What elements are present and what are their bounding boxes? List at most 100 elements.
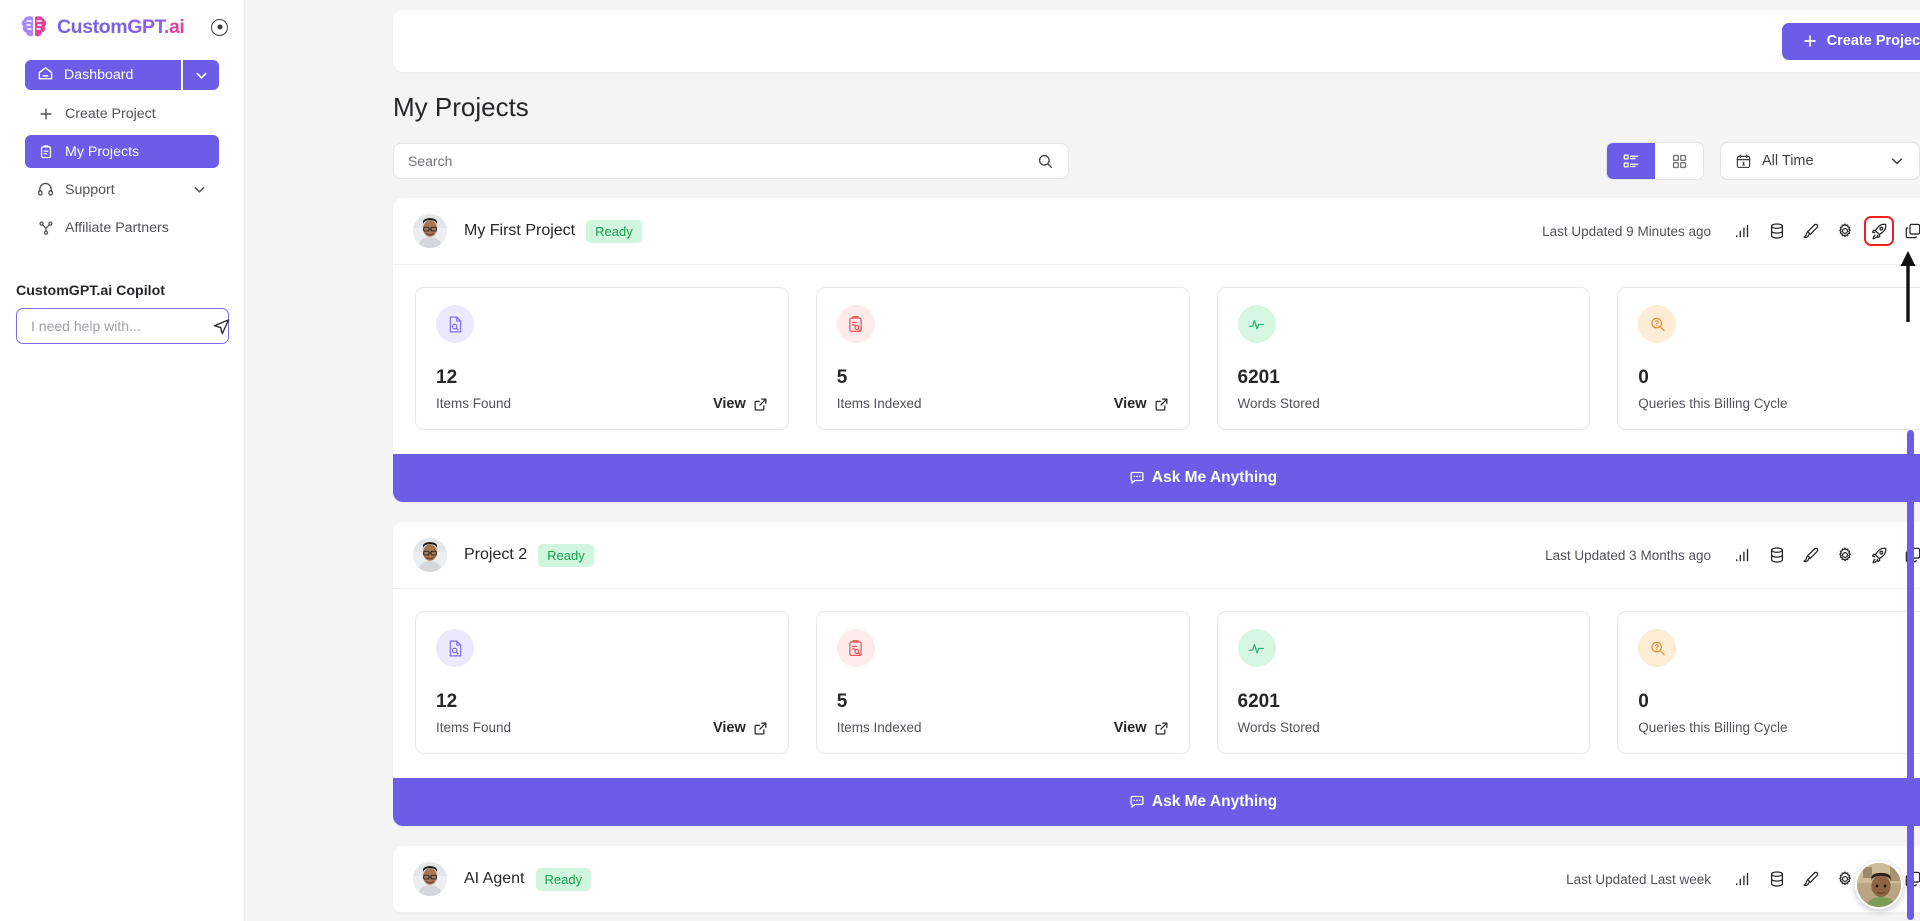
sidebar-nav: Dashboard Create Project My Projects Sup… <box>0 54 244 244</box>
project-header: My First Project Ready Last Updated 9 Minu… <box>393 198 1920 265</box>
stat-view-link[interactable]: View <box>1114 720 1169 736</box>
sidebar-item-dashboard[interactable]: Dashboard <box>25 60 219 90</box>
support-chat-avatar-button[interactable] <box>1855 861 1903 909</box>
project-action-database-icon[interactable] <box>1767 221 1787 241</box>
clipboard-search-icon <box>849 639 862 656</box>
send-paper-plane-icon[interactable] <box>212 315 231 337</box>
copilot-input-box[interactable] <box>16 308 231 344</box>
project-avatar <box>413 538 447 572</box>
copilot-input[interactable] <box>31 318 212 334</box>
project-action-row <box>1733 545 1920 565</box>
stat-icon <box>836 629 875 667</box>
help-target-icon[interactable] <box>211 18 228 36</box>
sidebar-item-support[interactable]: Support <box>25 173 219 206</box>
stat-label: Items Indexed <box>836 396 922 411</box>
stat-value: 5 <box>836 367 848 388</box>
external-link-icon <box>1155 722 1167 735</box>
chat-bubble-icon <box>1130 795 1144 808</box>
stat-view-link[interactable]: View <box>713 396 768 412</box>
project-card: My First Project Ready Last Updated 9 Minu… <box>393 198 1920 502</box>
chevron-down-icon[interactable] <box>192 182 207 197</box>
stat-card: 0 Queries this Billing Cycle <box>1617 287 1920 430</box>
home-icon <box>37 65 54 86</box>
ask-me-anything-button[interactable]: Ask Me Anything <box>393 778 1920 826</box>
ask-me-anything-label: Ask Me Anything <box>1151 469 1278 486</box>
sidebar-item-label: Support <box>65 181 115 198</box>
stat-icon <box>436 305 474 343</box>
sidebar-item-affiliate-partners[interactable]: Affiliate Partners <box>25 211 219 244</box>
project-stats-row: 12 Items Found View 5 Items Indexed View… <box>393 589 1920 778</box>
ask-me-anything-label: Ask Me Anything <box>1151 793 1278 810</box>
stat-value: 5 <box>836 691 848 712</box>
external-link-icon <box>754 722 767 735</box>
project-action-database-icon[interactable] <box>1767 545 1787 565</box>
project-name[interactable]: AI Agent <box>464 870 525 888</box>
search-input[interactable] <box>408 153 1037 169</box>
project-action-analytics-icon[interactable] <box>1733 545 1753 565</box>
project-name[interactable]: My First Project <box>464 222 575 240</box>
project-action-paintbrush-icon[interactable] <box>1801 545 1821 565</box>
scrollbar-thumb[interactable] <box>1907 430 1914 920</box>
stat-value: 12 <box>436 691 458 712</box>
view-toggle-grid[interactable] <box>1655 143 1703 179</box>
chat-bubble-icon <box>1130 471 1144 484</box>
search-box[interactable] <box>393 143 1069 179</box>
sidebar-item-label: Create Project <box>65 105 156 122</box>
stat-label: Items Indexed <box>836 720 922 735</box>
stat-view-link[interactable]: View <box>1114 396 1169 412</box>
stat-card: 5 Items Indexed View <box>815 611 1190 754</box>
headset-icon <box>37 181 54 198</box>
controls-bar: All Time Newest First <box>393 142 1920 180</box>
project-action-analytics-icon[interactable] <box>1733 869 1753 889</box>
dashboard-expand-button[interactable] <box>183 60 219 90</box>
view-toggle[interactable] <box>1606 142 1704 180</box>
stat-value: 0 <box>1638 691 1649 712</box>
view-toggle-list[interactable] <box>1607 143 1655 179</box>
project-card: AI Agent Ready Last Updated Last week <box>393 846 1920 913</box>
stat-label: Words Stored <box>1237 720 1320 735</box>
project-avatar-photo <box>413 538 447 572</box>
sidebar-item-create-project[interactable]: Create Project <box>25 97 219 130</box>
last-updated-text: Last Updated 9 Minutes ago <box>1542 223 1711 239</box>
sidebar-item-my-projects[interactable]: My Projects <box>25 135 219 168</box>
dashboard-main-button[interactable]: Dashboard <box>25 60 181 90</box>
project-name[interactable]: Project 2 <box>464 546 527 564</box>
time-filter-dropdown[interactable]: All Time <box>1720 142 1920 180</box>
plus-icon <box>1803 35 1816 47</box>
stat-label: Items Found <box>436 720 512 735</box>
project-action-rocket-icon[interactable] <box>1864 216 1894 246</box>
stat-value: 0 <box>1638 367 1649 388</box>
project-action-paintbrush-icon[interactable] <box>1801 221 1821 241</box>
clipboard-icon <box>37 143 54 160</box>
document-search-icon <box>449 640 461 656</box>
project-action-rocket-icon[interactable] <box>1869 545 1889 565</box>
project-avatar <box>413 862 447 896</box>
stat-label: Words Stored <box>1237 396 1320 411</box>
brand-name-part2: GPT <box>127 15 164 38</box>
project-header: Project 2 Ready Last Updated 3 Months ago <box>393 522 1920 589</box>
time-filter-label: All Time <box>1762 153 1814 169</box>
create-project-button[interactable]: Create Project <box>1781 22 1920 60</box>
affiliate-share-icon <box>37 219 54 236</box>
project-action-gear-icon[interactable] <box>1835 869 1855 889</box>
ask-me-anything-button[interactable]: Ask Me Anything <box>393 454 1920 502</box>
external-link-icon <box>1155 398 1167 411</box>
search-icon[interactable] <box>1037 153 1054 170</box>
list-view-icon <box>1623 154 1639 168</box>
project-action-gear-icon[interactable] <box>1835 221 1855 241</box>
stat-card: 12 Items Found View <box>415 287 789 430</box>
status-badge: Ready <box>538 543 594 567</box>
scrollbar-track[interactable] <box>1907 0 1917 921</box>
project-action-database-icon[interactable] <box>1767 869 1787 889</box>
stat-icon <box>1638 305 1677 343</box>
stat-value: 6201 <box>1237 691 1280 712</box>
project-action-analytics-icon[interactable] <box>1733 221 1753 241</box>
stat-card: 6201 Words Stored <box>1216 287 1591 430</box>
project-action-gear-icon[interactable] <box>1835 545 1855 565</box>
dashboard-label: Dashboard <box>64 67 134 83</box>
sidebar: CustomGPT.ai Dashboard Create Project My… <box>0 0 245 921</box>
stat-view-link[interactable]: View <box>713 720 768 736</box>
calendar-icon <box>1736 153 1751 168</box>
create-project-label: Create Project <box>1826 33 1920 49</box>
project-action-paintbrush-icon[interactable] <box>1801 869 1821 889</box>
